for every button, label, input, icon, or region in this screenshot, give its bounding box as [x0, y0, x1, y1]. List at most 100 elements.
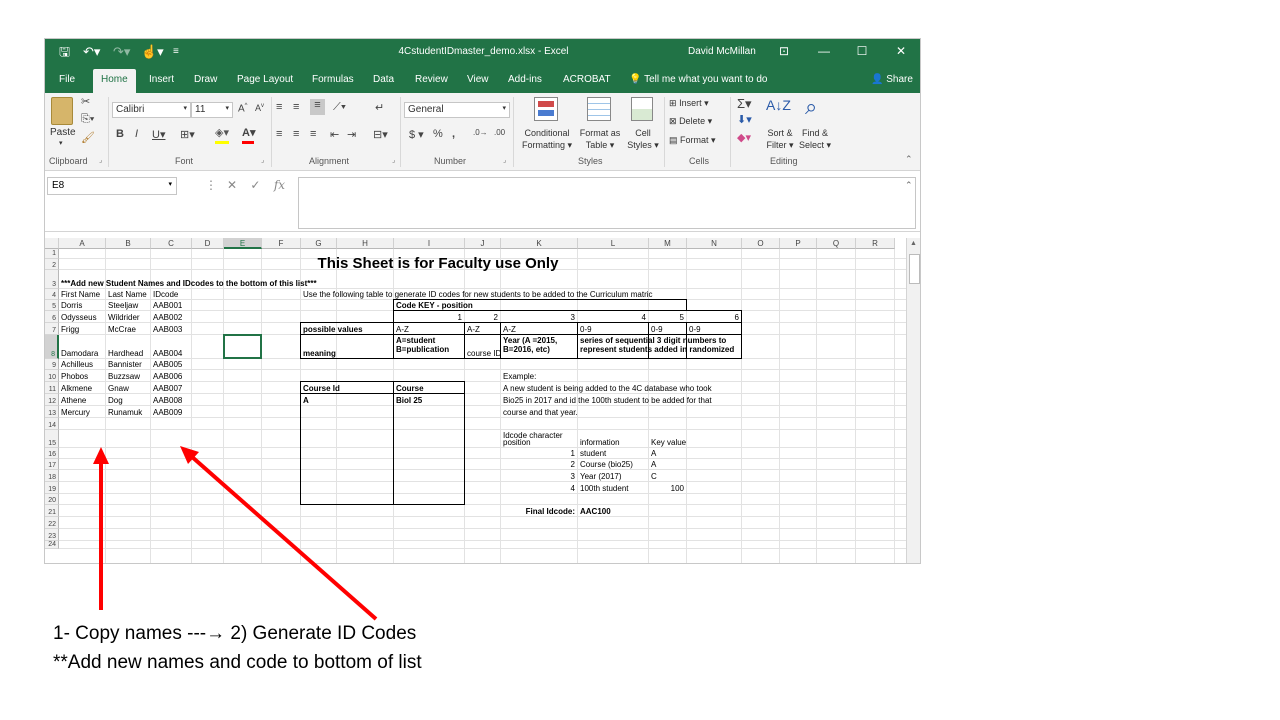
font-size-select[interactable]: 11 ▾ — [191, 102, 233, 118]
tab-insert[interactable]: Insert — [149, 74, 174, 85]
row-header-17[interactable]: 17 — [45, 459, 59, 470]
idcode-cell[interactable]: AAB001 — [153, 301, 182, 310]
clear-icon[interactable]: ◆▾ — [737, 131, 751, 144]
name-box[interactable]: E8 ▾ — [47, 177, 177, 195]
row-header-7[interactable]: 7 — [45, 323, 59, 335]
autosum-icon[interactable]: Σ▾ — [737, 96, 752, 112]
tell-me-search[interactable]: 💡 Tell me what you want to do — [629, 74, 767, 85]
tab-acrobat[interactable]: ACROBAT — [563, 74, 611, 85]
select-all-corner[interactable] — [45, 238, 59, 249]
format-cells-button[interactable]: ▤ Format ▾ — [669, 135, 716, 146]
column-header-k[interactable]: K — [501, 238, 578, 249]
row-header-4[interactable]: 4 — [45, 289, 59, 300]
tab-review[interactable]: Review — [415, 74, 448, 85]
idcode-cell[interactable]: AAB007 — [153, 384, 182, 393]
column-header-j[interactable]: J — [465, 238, 501, 249]
vertical-scrollbar[interactable]: ▲ — [906, 238, 920, 563]
idcode-cell[interactable]: AAB003 — [153, 325, 182, 334]
scroll-up-icon[interactable]: ▲ — [910, 240, 917, 247]
first-name-cell[interactable]: Mercury — [61, 408, 90, 417]
paste-button[interactable]: Paste — [50, 127, 76, 138]
font-name-select[interactable]: Calibri ▾ — [112, 102, 191, 118]
tab-draw[interactable]: Draw — [194, 74, 217, 85]
row-header-23[interactable]: 23 — [45, 529, 59, 541]
enter-icon[interactable]: ✓ — [250, 178, 260, 192]
row-header-9[interactable]: 9 — [45, 359, 59, 370]
first-name-cell[interactable]: Phobos — [61, 372, 88, 381]
ribbon-display-icon[interactable]: ⊡ — [775, 44, 793, 58]
first-name-cell[interactable]: Alkmene — [61, 384, 92, 393]
tab-view[interactable]: View — [467, 74, 489, 85]
tab-file[interactable]: File — [59, 74, 75, 85]
conditional-formatting-button[interactable]: Conditional Formatting ▾ — [519, 127, 575, 151]
column-header-o[interactable]: O — [742, 238, 780, 249]
fill-color-icon[interactable]: ◈▾ — [215, 126, 229, 139]
first-name-cell[interactable]: Odysseus — [61, 313, 97, 322]
increase-decimal-icon[interactable]: .0→ — [473, 128, 488, 137]
cut-icon[interactable]: ✂ — [81, 95, 90, 108]
row-header-14[interactable]: 14 — [45, 418, 59, 430]
idcode-cell[interactable]: AAB008 — [153, 396, 182, 405]
row-header-21[interactable]: 21 — [45, 505, 59, 517]
format-painter-icon[interactable]: 🖌 — [81, 131, 95, 144]
first-name-cell[interactable]: Damodara — [61, 349, 98, 358]
align-middle-icon[interactable]: ≡ — [293, 101, 299, 113]
share-button[interactable]: 👤 Share — [871, 74, 913, 85]
scroll-thumb[interactable] — [909, 254, 920, 284]
decrease-indent-icon[interactable]: ⇤ — [330, 128, 339, 141]
align-left-icon[interactable]: ≡ — [276, 128, 282, 140]
last-name-cell[interactable]: Hardhead — [108, 349, 143, 358]
copy-icon[interactable]: ⎘▾ — [81, 113, 94, 126]
column-header-q[interactable]: Q — [817, 238, 856, 249]
row-header-20[interactable]: 20 — [45, 494, 59, 505]
sort-filter-button[interactable]: Sort & Filter ▾ — [762, 127, 798, 151]
last-name-cell[interactable]: Bannister — [108, 360, 142, 369]
last-name-cell[interactable]: Runamuk — [108, 408, 142, 417]
last-name-cell[interactable]: Dog — [108, 396, 123, 405]
first-name-cell[interactable]: Athene — [61, 396, 86, 405]
idcode-cell[interactable]: AAB006 — [153, 372, 182, 381]
row-header-5[interactable]: 5 — [45, 300, 59, 311]
maximize-icon[interactable]: ☐ — [853, 44, 871, 58]
row-header-11[interactable]: 11 — [45, 382, 59, 394]
cancel-icon[interactable]: ✕ — [227, 178, 237, 192]
row-header-10[interactable]: 10 — [45, 370, 59, 382]
delete-cells-button[interactable]: ⊠ Delete ▾ — [669, 116, 712, 127]
row-header-22[interactable]: 22 — [45, 517, 59, 529]
column-header-e[interactable]: E — [224, 238, 262, 249]
clipboard-launcher-icon[interactable]: ⌟ — [99, 156, 102, 164]
paste-dropdown-icon[interactable]: ▾ — [59, 139, 63, 147]
decrease-decimal-icon[interactable]: .00 — [494, 128, 505, 137]
cell-styles-button[interactable]: Cell Styles ▾ — [625, 127, 661, 151]
tab-add-ins[interactable]: Add-ins — [508, 74, 542, 85]
last-name-cell[interactable]: Buzzsaw — [108, 372, 140, 381]
worksheet-grid[interactable]: A B C D E F G H I J K L M N O P Q R 1 2 3 4 5 6 7 8 9 10 11 12 13 14 15 1… — [45, 238, 906, 563]
paste-icon[interactable] — [51, 97, 73, 125]
first-name-cell[interactable]: Achilleus — [61, 360, 93, 369]
tab-page-layout[interactable]: Page Layout — [237, 74, 293, 85]
fill-icon[interactable]: ⬇▾ — [737, 113, 752, 126]
selected-cell-e8[interactable] — [223, 334, 262, 359]
first-name-cell[interactable]: Dorris — [61, 301, 82, 310]
tab-formulas[interactable]: Formulas — [312, 74, 354, 85]
column-header-i[interactable]: I — [394, 238, 465, 249]
idcode-cell[interactable]: AAB009 — [153, 408, 182, 417]
alignment-launcher-icon[interactable]: ⌟ — [392, 156, 395, 164]
column-header-b[interactable]: B — [106, 238, 151, 249]
row-header-2[interactable]: 2 — [45, 259, 59, 270]
bold-icon[interactable]: B — [116, 128, 124, 140]
increase-font-icon[interactable]: A^ — [238, 103, 248, 114]
formula-input[interactable] — [298, 177, 916, 229]
last-name-cell[interactable]: Steeljaw — [108, 301, 138, 310]
column-header-a[interactable]: A — [59, 238, 106, 249]
merge-center-icon[interactable]: ⊟▾ — [373, 128, 388, 141]
italic-icon[interactable]: I — [135, 128, 138, 140]
column-header-l[interactable]: L — [578, 238, 649, 249]
row-header-24[interactable]: 24 — [45, 541, 59, 549]
font-color-icon[interactable]: A▾ — [242, 126, 255, 139]
percent-icon[interactable]: % — [433, 128, 443, 140]
increase-indent-icon[interactable]: ⇥ — [347, 128, 356, 141]
row-header-13[interactable]: 13 — [45, 406, 59, 418]
orientation-icon[interactable]: ⟋▾ — [333, 101, 346, 114]
close-icon[interactable]: ✕ — [892, 44, 910, 58]
